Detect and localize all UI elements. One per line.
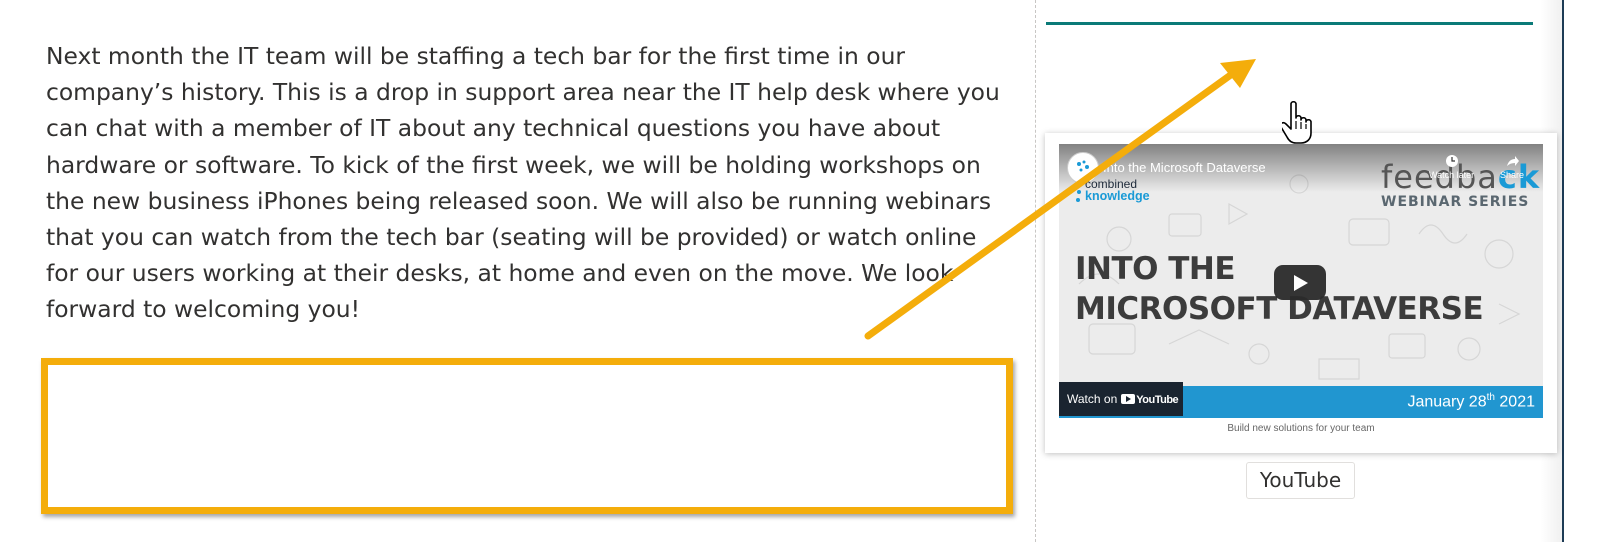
hand-cursor-icon xyxy=(1282,100,1312,144)
arrow-annotation xyxy=(864,59,1256,340)
